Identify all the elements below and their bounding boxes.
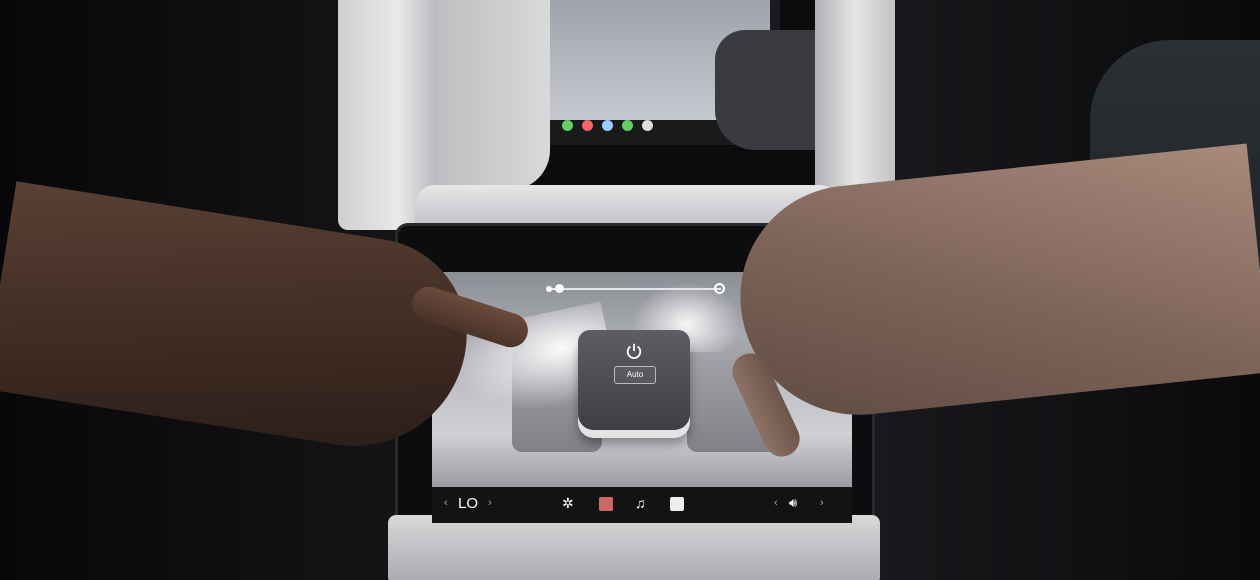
dock-icon [562, 120, 573, 131]
chevron-left-icon[interactable]: ‹ [444, 497, 448, 509]
seat-heater-icon[interactable] [599, 497, 613, 511]
temperature-value: LO [458, 495, 479, 512]
car-interior-scene: Auto ‹ LO › ✲ ♫ ‹ 🔊︎ › [0, 0, 1260, 580]
power-icon[interactable] [625, 342, 643, 360]
volume-icon[interactable]: 🔊︎ [789, 495, 803, 510]
front-dock [562, 120, 653, 131]
front-driver-arm [715, 30, 815, 150]
fan-slider-knob[interactable] [554, 284, 564, 293]
volume-up-chevron-icon[interactable]: › [820, 497, 824, 509]
auto-button[interactable]: Auto [614, 366, 656, 384]
fan-slider-max [714, 283, 725, 294]
music-icon[interactable]: ♫ [635, 495, 649, 511]
dock-icon [582, 120, 593, 131]
fan-slider-track[interactable] [546, 288, 721, 290]
fan-icon[interactable]: ✲ [562, 495, 576, 511]
dock-icon [602, 120, 613, 131]
rear-console [388, 515, 880, 580]
climate-panel: Auto [578, 330, 690, 430]
fan-slider-min [546, 286, 552, 292]
media-icon[interactable] [670, 497, 684, 511]
dock-icon [622, 120, 633, 131]
chevron-right-icon[interactable]: › [488, 497, 492, 509]
rear-bottom-bar: ‹ LO › ✲ ♫ ‹ 🔊︎ › [432, 487, 852, 523]
dock-icon [642, 120, 653, 131]
volume-down-chevron-icon[interactable]: ‹ [774, 497, 778, 509]
front-passenger-arm [430, 0, 550, 190]
